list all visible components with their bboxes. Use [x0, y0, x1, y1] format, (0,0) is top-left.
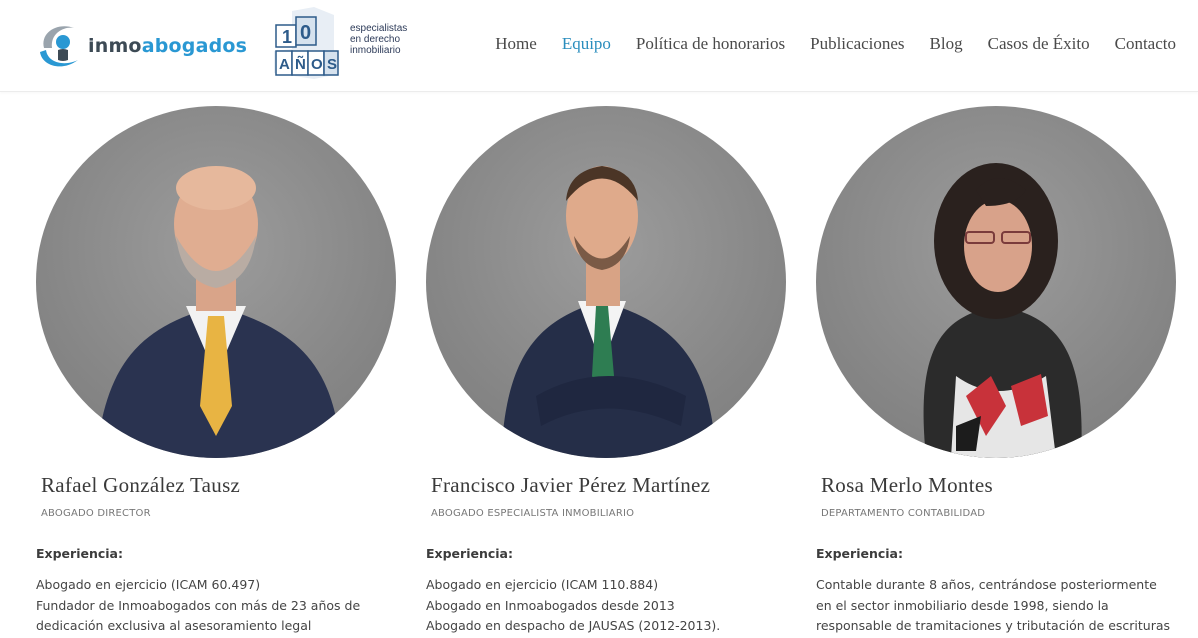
- member-role: ABOGADO ESPECIALISTA INMOBILIARIO: [431, 508, 635, 519]
- logo-wordmark: inmoabogados: [88, 35, 248, 57]
- experience-heading: Experiencia:: [816, 546, 903, 561]
- experience-text: Abogado en ejercicio (ICAM 60.497) Funda…: [36, 577, 361, 633]
- team-member-card: Rosa Merlo Montes DEPARTAMENTO CONTABILI…: [816, 106, 1176, 637]
- anniversary-badge: 1 0 A Ñ O S especialistas en derecho inm…: [274, 6, 407, 80]
- nav-politica-honorarios[interactable]: Política de honorarios: [636, 34, 785, 54]
- svg-text:A: A: [279, 56, 290, 73]
- member-name: Francisco Javier Pérez Martínez: [431, 473, 711, 497]
- member-name: Rafael González Tausz: [41, 473, 241, 497]
- nav-contacto[interactable]: Contacto: [1115, 34, 1176, 54]
- experience-heading: Experiencia:: [426, 546, 513, 561]
- anniversary-tagline: especialistas en derecho inmobiliario: [350, 22, 408, 56]
- site-header: inmoabogados 1 0 A Ñ O S especialistas e…: [0, 0, 1198, 92]
- member-photo-rafael: [36, 106, 396, 458]
- svg-text:1: 1: [282, 27, 292, 47]
- member-role: DEPARTAMENTO CONTABILIDAD: [821, 508, 986, 519]
- svg-text:Ñ: Ñ: [295, 55, 306, 73]
- member-photo-francisco: [426, 106, 786, 458]
- team-member-card: Rafael González Tausz ABOGADO DIRECTOR E…: [36, 106, 396, 637]
- team-member-card: Francisco Javier Pérez Martínez ABOGADO …: [426, 106, 786, 637]
- svg-text:0: 0: [300, 22, 311, 44]
- main-nav: Home Equipo Política de honorarios Publi…: [470, 34, 1176, 54]
- nav-publicaciones[interactable]: Publicaciones: [810, 34, 904, 54]
- logo-mark-icon: [36, 18, 86, 70]
- member-role: ABOGADO DIRECTOR: [41, 508, 151, 519]
- inmoabogados-logo[interactable]: inmoabogados: [36, 18, 247, 70]
- svg-text:S: S: [327, 56, 337, 73]
- experience-text: Contable durante 8 años, centrándose pos…: [816, 577, 1171, 633]
- nav-casos-exito[interactable]: Casos de Éxito: [988, 34, 1090, 54]
- member-photo-rosa: [816, 106, 1176, 458]
- member-name: Rosa Merlo Montes: [821, 473, 993, 497]
- nav-home[interactable]: Home: [495, 34, 537, 54]
- experience-heading: Experiencia:: [36, 546, 123, 561]
- ten-years-cube-icon: 1 0 A Ñ O S: [274, 7, 342, 79]
- nav-blog[interactable]: Blog: [930, 34, 963, 54]
- svg-text:O: O: [311, 56, 323, 73]
- nav-equipo[interactable]: Equipo: [562, 34, 611, 54]
- experience-text: Abogado en ejercicio (ICAM 110.884) Abog…: [426, 577, 721, 633]
